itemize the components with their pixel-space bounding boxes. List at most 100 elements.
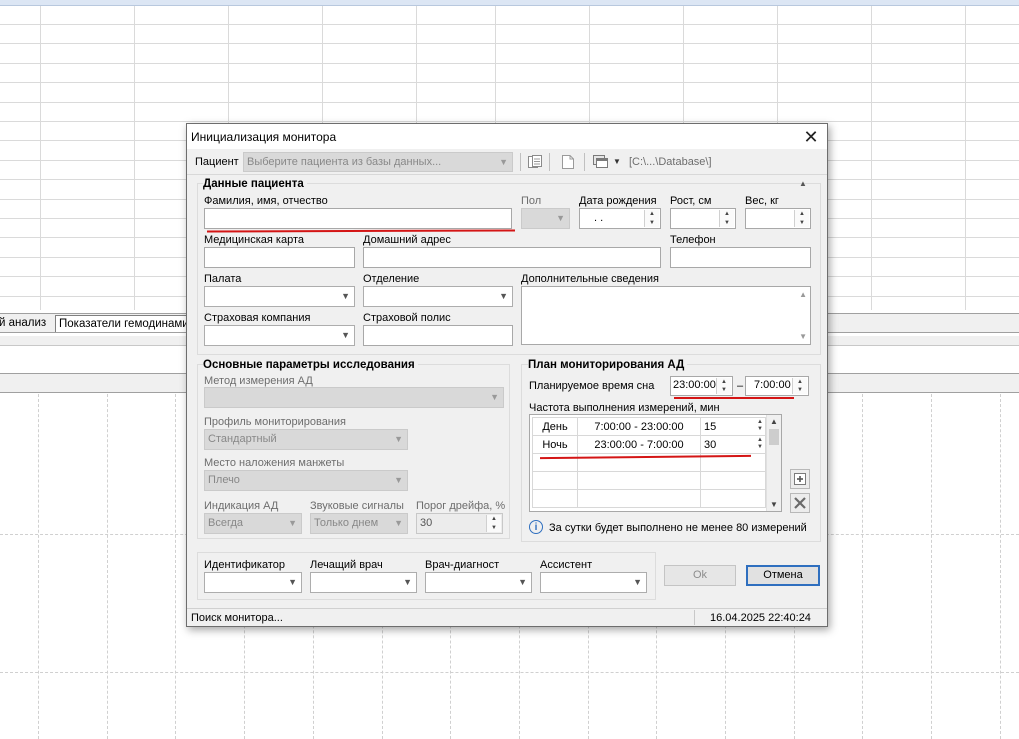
height-spinner[interactable]: ▲ ▼ [719,210,734,227]
chevron-down-icon: ▼ [288,577,297,587]
scroll-up-icon[interactable]: ▲ [799,290,807,299]
fio-input[interactable] [204,208,512,229]
sleep-from-spinner[interactable]: ▲ ▼ [716,378,731,394]
chevron-down-icon: ▼ [499,291,508,301]
add-row-button[interactable] [790,469,810,489]
drift-spinner[interactable]: ▲ ▼ [486,515,501,532]
chevron-down-icon: ▼ [556,213,565,223]
cancel-button[interactable]: Отмена [746,565,820,586]
insurance-select[interactable]: ▼ [204,325,355,346]
doctor-select[interactable]: ▼ [310,572,417,593]
weight-spinner[interactable]: ▲ ▼ [794,210,809,227]
profile-select[interactable]: Стандартный ▼ [204,429,408,450]
scroll-down-icon[interactable]: ▼ [770,500,778,509]
department-label: Отделение [363,273,420,285]
close-button[interactable]: ✕ [799,126,823,148]
birth-date-value: . . [594,212,604,224]
birth-date-spinner[interactable]: ▲ ▼ [644,210,659,227]
address-input[interactable] [363,247,661,268]
new-document-icon[interactable] [562,155,574,169]
sleep-to-spinner[interactable]: ▲ ▼ [792,378,807,394]
weight-label: Вес, кг [745,195,779,207]
chevron-down-icon: ▼ [394,434,403,444]
info-icon: i [529,520,543,534]
sleep-from-input[interactable]: 23:00:00 ▲ ▼ [670,376,733,396]
cuff-select[interactable]: Плечо ▼ [204,470,408,491]
table-row [532,489,766,508]
interval-cell[interactable]: 15 ▲ ▼ [700,417,766,436]
doctor-label: Лечащий врач [310,559,383,571]
chevron-down-icon: ▼ [288,518,297,528]
drift-input[interactable]: 30 ▲ ▼ [416,513,503,534]
scroll-down-icon[interactable]: ▼ [799,332,807,341]
delete-row-button[interactable] [790,493,810,513]
diagnostician-select[interactable]: ▼ [425,572,532,593]
dialog-title: Инициализация монитора [191,130,337,144]
sleep-to-value: 7:00:00 [754,379,791,391]
method-select[interactable]: ▼ [204,387,504,408]
sound-select[interactable]: Только днем ▼ [310,513,408,534]
sound-label: Звуковые сигналы [310,500,404,512]
patient-list-icon[interactable] [528,155,542,169]
chart-grid-line [38,394,39,739]
interval-value: 30 [704,438,717,451]
study-params-title: Основные параметры исследования [203,359,418,371]
grid-column-line [965,0,966,310]
drift-label: Порог дрейфа, % [416,500,506,512]
weight-input[interactable]: ▲ ▼ [745,208,811,229]
ward-select[interactable]: ▼ [204,286,355,307]
extra-info-textarea[interactable]: ▲ ▼ [521,286,811,345]
profile-label: Профиль мониторирования [204,416,346,428]
patient-select[interactable]: Выберите пациента из базы данных... ▼ [243,152,513,172]
database-icon[interactable] [593,155,609,169]
status-bar: Поиск монитора... 16.04.2025 22:40:24 [187,608,827,626]
ok-button[interactable]: Ok [664,565,736,586]
collapse-up-icon[interactable]: ▲ [799,179,807,188]
identifier-label: Идентификатор [204,559,285,571]
toolbar-separator [584,153,585,171]
drift-value: 30 [420,517,433,529]
table-row[interactable]: Ночь 23:00:00 - 7:00:00 30 ▲ ▼ [532,435,766,454]
phone-input[interactable] [670,247,811,268]
interval-spinner[interactable]: ▲ ▼ [757,437,763,451]
sheet-tab-analysis[interactable]: й анализ [0,315,49,331]
indication-value: Всегда [208,517,244,529]
toolbar-separator [549,153,550,171]
height-label: Рост, см [670,195,712,207]
department-select[interactable]: ▼ [363,286,513,307]
assistant-select[interactable]: ▼ [540,572,647,593]
policy-input[interactable] [363,325,513,346]
monitor-init-dialog: Инициализация монитора ✕ Пациент Выберит… [186,123,828,627]
table-row[interactable]: День 7:00:00 - 23:00:00 15 ▲ ▼ [532,417,766,436]
diagnostician-label: Врач-диагност [425,559,500,571]
birth-date-input[interactable]: . . ▲ ▼ [579,208,661,229]
identifier-select[interactable]: ▼ [204,572,302,593]
sleep-to-input[interactable]: 7:00:00 ▲ ▼ [745,376,809,396]
dialog-titlebar: Инициализация монитора ✕ [187,124,827,149]
phone-label: Телефон [670,234,716,246]
patient-label: Пациент [195,156,239,168]
sex-select[interactable]: ▼ [521,208,570,229]
sex-label: Пол [521,195,542,207]
grid-column-line [871,0,872,310]
grid-row-line [0,24,1019,25]
interval-cell[interactable]: 30 ▲ ▼ [700,435,766,454]
scrollbar-thumb[interactable] [769,429,779,445]
chart-grid-line [175,394,176,739]
table-scrollbar[interactable]: ▲ ▼ [766,415,781,511]
indication-select[interactable]: Всегда ▼ [204,513,302,534]
chevron-down-icon: ▼ [394,475,403,485]
interval-spinner[interactable]: ▲ ▼ [757,419,763,433]
interval-value: 15 [704,420,717,433]
toolbar-separator [520,153,521,171]
height-input[interactable]: ▲ ▼ [670,208,736,229]
chart-grid-line [862,394,863,739]
sheet-tab-hemodynamics[interactable]: Показатели гемодинами [55,315,193,332]
scroll-up-icon[interactable]: ▲ [770,417,778,426]
chart-grid-line [0,672,1019,673]
patient-toolbar: Пациент Выберите пациента из базы данных… [187,149,827,175]
db-dropdown-arrow-icon[interactable]: ▼ [613,157,621,166]
chart-grid-line [107,394,108,739]
medcard-input[interactable] [204,247,355,268]
status-text: Поиск монитора... [191,612,283,624]
